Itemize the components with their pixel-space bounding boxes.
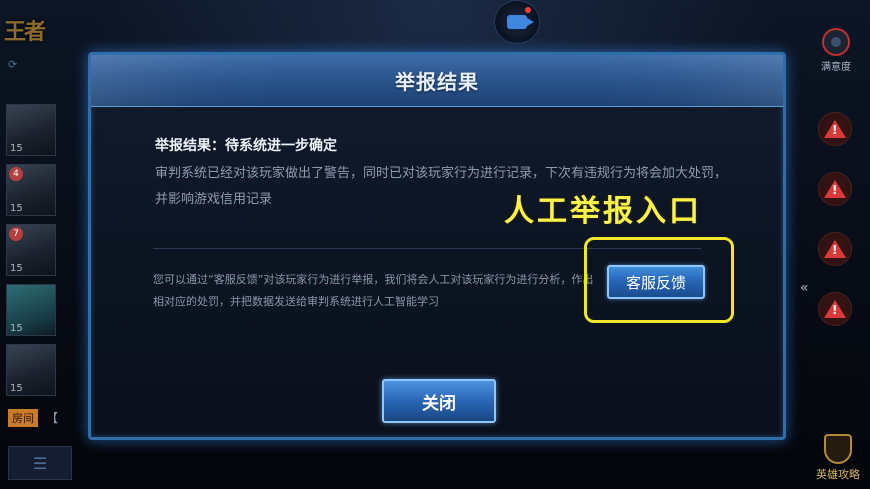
hero-portrait[interactable]: 15	[6, 344, 56, 396]
shield-emblem-icon	[824, 434, 852, 464]
hero-list: 15 4 15 7 15 15 15	[6, 104, 60, 404]
warning-triangle-icon	[824, 240, 846, 258]
room-text: 【	[46, 411, 59, 425]
hero-portrait[interactable]: 15	[6, 284, 56, 336]
chat-bar[interactable]: ☰	[8, 446, 72, 480]
satisfaction-label: 满意度	[821, 62, 851, 73]
report-warning-button[interactable]	[818, 172, 852, 206]
hero-level: 15	[10, 323, 23, 334]
background-sub-label: ⟳	[8, 58, 18, 71]
hero-level: 15	[10, 263, 23, 274]
dialog-title: 举报结果	[395, 70, 479, 94]
hero-portrait[interactable]: 4 15	[6, 164, 56, 216]
hero-portrait[interactable]: 7 15	[6, 224, 56, 276]
annotation-highlight-box	[584, 237, 734, 323]
hero-level: 15	[10, 203, 23, 214]
warning-triangle-icon	[824, 180, 846, 198]
warning-triangle-icon	[824, 300, 846, 318]
satisfaction-button[interactable]: 满意度	[816, 28, 856, 73]
hero-level: 15	[10, 143, 23, 154]
video-camera-icon	[507, 15, 534, 29]
report-warning-column	[818, 112, 852, 352]
dialog-header: 举报结果	[91, 55, 783, 107]
record-button[interactable]	[494, 0, 540, 44]
annotation-label: 人工举报入口	[504, 194, 702, 229]
hero-strategy-button[interactable]: 英雄攻略	[812, 434, 864, 482]
strategy-label: 英雄攻略	[816, 468, 860, 481]
result-heading: 举报结果：待系统进一步确定	[155, 138, 337, 154]
game-logo: 王者	[4, 19, 46, 45]
hero-fav-badge: 4	[9, 167, 23, 181]
close-button[interactable]: 关闭	[382, 379, 496, 423]
report-warning-button[interactable]	[818, 232, 852, 266]
hero-fav-badge: 7	[9, 227, 23, 241]
warning-triangle-icon	[824, 120, 846, 138]
notification-dot	[525, 7, 531, 13]
customer-service-info: 您可以通过“客服反馈”对该玩家行为进行举报，我们将会人工对该玩家行为进行分析，作…	[153, 273, 594, 308]
report-warning-button[interactable]	[818, 112, 852, 146]
report-warning-button[interactable]	[818, 292, 852, 326]
menu-list-icon: ☰	[32, 453, 48, 473]
hero-portrait[interactable]: 15	[6, 104, 56, 156]
side-arrow-icon: «	[800, 280, 809, 296]
room-tag: 房间	[8, 409, 38, 427]
satisfaction-icon	[822, 28, 850, 56]
hero-level: 15	[10, 383, 23, 394]
